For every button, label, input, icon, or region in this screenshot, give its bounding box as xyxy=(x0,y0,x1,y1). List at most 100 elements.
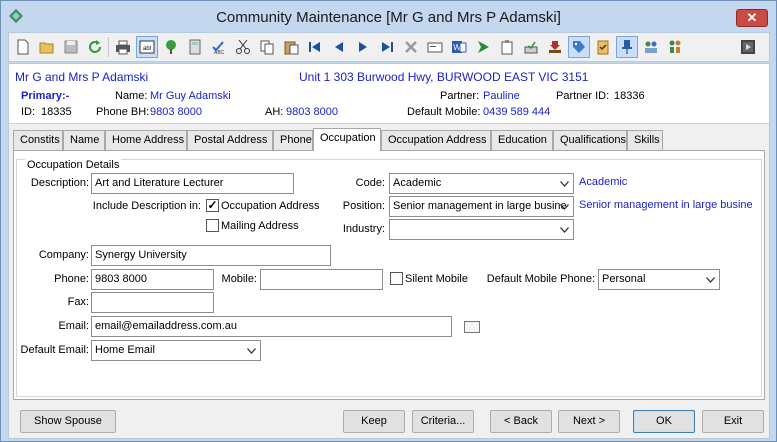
tree-icon[interactable] xyxy=(160,36,182,58)
tab-postal-address[interactable]: Postal Address xyxy=(187,130,273,150)
spellcheck-icon[interactable]: ABC xyxy=(208,36,230,58)
occupation-panel: Occupation Details Description: Art and … xyxy=(13,150,765,400)
save-icon[interactable] xyxy=(60,36,82,58)
mailing-address-checkbox[interactable] xyxy=(206,219,219,232)
inbox-icon[interactable] xyxy=(520,36,542,58)
default-mobile-phone-value: Personal xyxy=(602,273,646,285)
keep-button[interactable]: Keep xyxy=(343,410,405,433)
next-record-icon[interactable] xyxy=(352,36,374,58)
tab-skills[interactable]: Skills xyxy=(627,130,663,150)
header-name: Mr G and Mrs P Adamski xyxy=(15,70,149,84)
download-icon[interactable] xyxy=(544,36,566,58)
word-icon[interactable]: W xyxy=(448,36,470,58)
title-bar: Community Maintenance [Mr G and Mrs P Ad… xyxy=(1,1,776,31)
silent-mobile-checkbox[interactable] xyxy=(390,272,403,285)
partner-label: Partner: xyxy=(440,90,480,102)
tab-occupation[interactable]: Occupation xyxy=(313,128,381,151)
default-mobile-phone-select[interactable]: Personal xyxy=(598,269,720,290)
back-button[interactable]: < Back xyxy=(490,410,552,433)
occupation-address-checkbox[interactable]: ✓ xyxy=(206,199,219,212)
partner-id-value: 18336 xyxy=(614,90,645,102)
print-icon[interactable] xyxy=(112,36,134,58)
default-email-select[interactable]: Home Email xyxy=(91,340,261,361)
description-label: Description: xyxy=(30,177,89,189)
exit-button[interactable]: Exit xyxy=(702,410,764,433)
default-mobile-phone-label: Default Mobile Phone: xyxy=(486,273,595,285)
next-button[interactable]: Next > xyxy=(558,410,620,433)
name-label: Name: xyxy=(115,90,148,102)
pin-icon[interactable] xyxy=(616,36,638,58)
button-bar: Show Spouse Keep Criteria... < Back Next… xyxy=(9,404,769,438)
close-button[interactable]: ✕ xyxy=(736,9,768,27)
delete-icon[interactable] xyxy=(400,36,422,58)
header-address: Unit 1 303 Burwood Hwy, BURWOOD EAST VIC… xyxy=(299,70,589,84)
email-icon[interactable] xyxy=(464,321,480,333)
checklist-icon[interactable] xyxy=(592,36,614,58)
occupation-details-group: Occupation Details Description: Art and … xyxy=(16,159,762,397)
card-icon[interactable] xyxy=(424,36,446,58)
phone-input[interactable]: 9803 8000 xyxy=(91,269,214,290)
paste-icon[interactable] xyxy=(280,36,302,58)
calculator-icon[interactable] xyxy=(184,36,206,58)
chevron-down-icon xyxy=(557,199,571,214)
phone-label: Phone: xyxy=(54,273,89,285)
chevron-down-icon xyxy=(557,222,571,237)
svg-text:abl: abl xyxy=(143,46,151,52)
ah-label: AH: xyxy=(265,106,284,118)
abl-icon[interactable]: abl xyxy=(136,36,158,58)
partner-id-label: Partner ID: xyxy=(556,90,610,102)
occupation-address-label: Occupation Address xyxy=(221,200,320,212)
window-title: Community Maintenance [Mr G and Mrs P Ad… xyxy=(216,9,561,26)
tab-home-address[interactable]: Home Address xyxy=(105,130,187,150)
phone-bh-label: Phone BH: xyxy=(96,106,150,118)
industry-select[interactable] xyxy=(389,219,574,240)
content-area: Mr G and Mrs P Adamski Unit 1 303 Burwoo… xyxy=(8,63,770,439)
code-display: Academic xyxy=(579,176,628,188)
mailing-address-label: Mailing Address xyxy=(221,220,299,232)
cut-icon[interactable] xyxy=(232,36,254,58)
last-record-icon[interactable] xyxy=(376,36,398,58)
default-mobile-label: Default Mobile: xyxy=(407,106,481,118)
position-display: Senior management in large busine xyxy=(579,199,753,211)
tab-name[interactable]: Name xyxy=(63,130,105,150)
people-icon[interactable] xyxy=(664,36,686,58)
tag-icon[interactable] xyxy=(568,36,590,58)
show-spouse-button[interactable]: Show Spouse xyxy=(20,410,116,433)
tab-qualifications[interactable]: Qualifications xyxy=(553,130,627,150)
run-icon[interactable] xyxy=(472,36,494,58)
clipboard-icon[interactable] xyxy=(496,36,518,58)
open-icon[interactable] xyxy=(36,36,58,58)
fax-input[interactable] xyxy=(91,292,214,313)
tab-education[interactable]: Education xyxy=(491,130,553,150)
new-icon[interactable] xyxy=(12,36,34,58)
group-icon[interactable] xyxy=(640,36,662,58)
ok-button[interactable]: OK xyxy=(633,410,695,433)
id-label: ID: xyxy=(21,106,36,118)
ah-value: 9803 8000 xyxy=(286,106,338,118)
tab-strip: Constits Name Home Address Postal Addres… xyxy=(13,128,767,151)
description-input[interactable]: Art and Literature Lecturer xyxy=(91,173,294,194)
default-mobile-value: 0439 589 444 xyxy=(483,106,551,118)
record-header: Mr G and Mrs P Adamski Unit 1 303 Burwoo… xyxy=(9,64,769,124)
exit-icon[interactable] xyxy=(737,36,759,58)
tab-occupation-address[interactable]: Occupation Address xyxy=(381,130,491,150)
tab-phone[interactable]: Phone xyxy=(273,130,313,150)
mobile-input[interactable] xyxy=(260,269,383,290)
first-record-icon[interactable] xyxy=(304,36,326,58)
tab-constits[interactable]: Constits xyxy=(13,130,63,150)
previous-record-icon[interactable] xyxy=(328,36,350,58)
chevron-down-icon xyxy=(557,176,571,191)
refresh-icon[interactable] xyxy=(84,36,106,58)
industry-label: Industry: xyxy=(342,223,385,235)
position-select[interactable]: Senior management in large busine xyxy=(389,196,574,217)
group-title: Occupation Details xyxy=(25,159,122,171)
code-label: Code: xyxy=(355,177,385,189)
company-input[interactable]: Synergy University xyxy=(91,245,331,266)
code-select-value: Academic xyxy=(393,177,442,189)
company-label: Company: xyxy=(38,249,89,261)
fax-label: Fax: xyxy=(67,296,89,308)
copy-icon[interactable] xyxy=(256,36,278,58)
email-input[interactable]: email@emailaddress.com.au xyxy=(91,316,452,337)
code-select[interactable]: Academic xyxy=(389,173,574,194)
criteria-button[interactable]: Criteria... xyxy=(412,410,474,433)
